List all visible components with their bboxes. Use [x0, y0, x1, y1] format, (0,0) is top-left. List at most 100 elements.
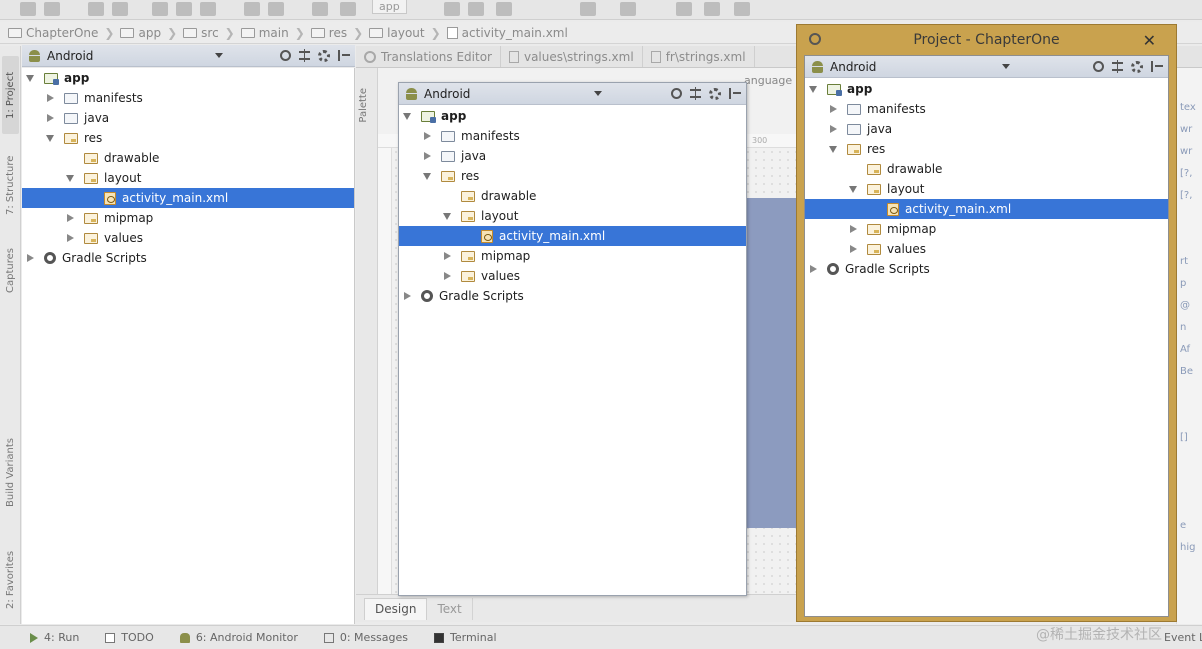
tree-row[interactable]: values [22, 228, 354, 248]
expand-right-icon[interactable] [47, 94, 54, 102]
breadcrumb-item[interactable]: src ❯ [183, 26, 235, 40]
view-mode-label[interactable]: Android [47, 49, 93, 63]
view-mode-dropdown-arrow[interactable] [1002, 64, 1011, 69]
tree-row[interactable]: layout [805, 179, 1168, 199]
run-tab[interactable]: 4: Run [30, 631, 79, 644]
tree-row[interactable]: drawable [399, 186, 746, 206]
property-row[interactable]: tex [1180, 102, 1196, 113]
tree-row[interactable]: activity_main.xml [22, 188, 354, 208]
tab-translations-editor[interactable]: Translations Editor [356, 46, 501, 67]
breadcrumb-item[interactable]: app ❯ [120, 26, 177, 40]
property-row[interactable]: n [1180, 322, 1186, 333]
gear-icon[interactable] [709, 87, 721, 100]
avd-icon[interactable] [676, 2, 692, 16]
messages-tab[interactable]: 0: Messages [323, 631, 408, 644]
property-row[interactable]: [?, [1180, 168, 1192, 179]
paste-icon[interactable] [200, 2, 216, 16]
tab-text[interactable]: Text [427, 597, 473, 620]
terminal-tab[interactable]: Terminal [434, 631, 497, 644]
run-config-dropdown[interactable]: app [372, 0, 407, 14]
sdk-icon[interactable] [704, 2, 720, 16]
breadcrumb-item[interactable]: main ❯ [240, 26, 305, 40]
replace-icon[interactable] [268, 2, 284, 16]
tab-design[interactable]: Design [364, 597, 428, 620]
expand-right-icon[interactable] [810, 265, 817, 273]
expand-down-icon[interactable] [46, 134, 54, 142]
tree-row[interactable]: layout [399, 206, 746, 226]
tab-structure[interactable]: 7: Structure [2, 146, 19, 224]
tree-row[interactable]: activity_main.xml [399, 226, 746, 246]
toolbar-icon[interactable] [20, 2, 36, 16]
close-icon[interactable]: ✕ [1143, 31, 1156, 50]
hide-panel-icon[interactable] [729, 88, 741, 99]
tree-row[interactable]: Gradle Scripts [22, 248, 354, 268]
help-icon[interactable] [734, 2, 750, 16]
gear-icon[interactable] [1131, 60, 1143, 73]
expand-down-icon[interactable] [403, 112, 411, 120]
todo-tab[interactable]: TODO [105, 631, 154, 644]
tab-fr-strings[interactable]: fr\strings.xml [643, 46, 755, 67]
redo-icon[interactable] [112, 2, 128, 16]
tree-row[interactable]: app [805, 79, 1168, 99]
tree-row[interactable]: Gradle Scripts [805, 259, 1168, 279]
tab-values-strings[interactable]: values\strings.xml [501, 46, 643, 67]
palette-tab[interactable]: Palette [356, 68, 378, 594]
tree-row[interactable]: java [22, 108, 354, 128]
view-mode-label[interactable]: Android [424, 87, 470, 101]
tree-row[interactable]: Gradle Scripts [399, 286, 746, 306]
tab-build-variants[interactable]: Build Variants [2, 428, 19, 518]
expand-down-icon[interactable] [849, 185, 857, 193]
tree-row[interactable]: app [22, 68, 354, 88]
property-row[interactable]: wr [1180, 124, 1192, 135]
expand-down-icon[interactable] [809, 85, 817, 93]
expand-down-icon[interactable] [66, 174, 74, 182]
scroll-from-source-icon[interactable] [1093, 61, 1104, 72]
expand-right-icon[interactable] [404, 292, 411, 300]
stop-icon[interactable] [580, 2, 596, 16]
expand-down-icon[interactable] [829, 145, 837, 153]
expand-right-icon[interactable] [424, 132, 431, 140]
hide-panel-icon[interactable] [338, 50, 350, 61]
view-mode-dropdown-arrow[interactable] [215, 53, 224, 58]
tree-row[interactable]: res [22, 128, 354, 148]
property-row[interactable]: wr [1180, 146, 1192, 157]
event-log-tab[interactable]: Event L [1164, 631, 1202, 644]
tree-row[interactable]: mipmap [22, 208, 354, 228]
tree-row[interactable]: java [399, 146, 746, 166]
expand-right-icon[interactable] [850, 245, 857, 253]
tab-captures[interactable]: Captures [2, 238, 19, 304]
expand-right-icon[interactable] [444, 252, 451, 260]
property-row[interactable]: @ [1180, 300, 1190, 311]
back-icon[interactable] [312, 2, 328, 16]
expand-right-icon[interactable] [67, 234, 74, 242]
breadcrumb-item[interactable]: ChapterOne ❯ [8, 26, 114, 40]
view-mode-dropdown-arrow[interactable] [594, 91, 603, 96]
language-dropdown[interactable]: anguage [744, 74, 792, 87]
window-title-bar[interactable]: Project - ChapterOne ✕ [797, 25, 1176, 55]
collapse-all-icon[interactable] [1112, 60, 1123, 73]
make-icon[interactable] [340, 2, 356, 16]
tree-row[interactable]: java [805, 119, 1168, 139]
expand-right-icon[interactable] [47, 114, 54, 122]
breadcrumb-item[interactable]: res ❯ [310, 26, 363, 40]
breadcrumb-item[interactable]: activity_main.xml [446, 26, 568, 40]
property-row[interactable]: rt [1180, 256, 1188, 267]
collapse-all-icon[interactable] [299, 49, 310, 62]
property-row[interactable]: e [1180, 520, 1186, 531]
sync-icon[interactable] [620, 2, 636, 16]
view-mode-label[interactable]: Android [830, 60, 876, 74]
tree-row[interactable]: layout [22, 168, 354, 188]
expand-down-icon[interactable] [26, 74, 34, 82]
tree-row[interactable]: manifests [22, 88, 354, 108]
expand-right-icon[interactable] [67, 214, 74, 222]
expand-right-icon[interactable] [27, 254, 34, 262]
find-icon[interactable] [244, 2, 260, 16]
tree-row[interactable]: values [399, 266, 746, 286]
run-icon[interactable] [444, 2, 460, 16]
expand-right-icon[interactable] [830, 125, 837, 133]
expand-down-icon[interactable] [423, 172, 431, 180]
copy-icon[interactable] [176, 2, 192, 16]
cut-icon[interactable] [152, 2, 168, 16]
property-row[interactable]: Be [1180, 366, 1193, 377]
property-row[interactable]: [?, [1180, 190, 1192, 201]
